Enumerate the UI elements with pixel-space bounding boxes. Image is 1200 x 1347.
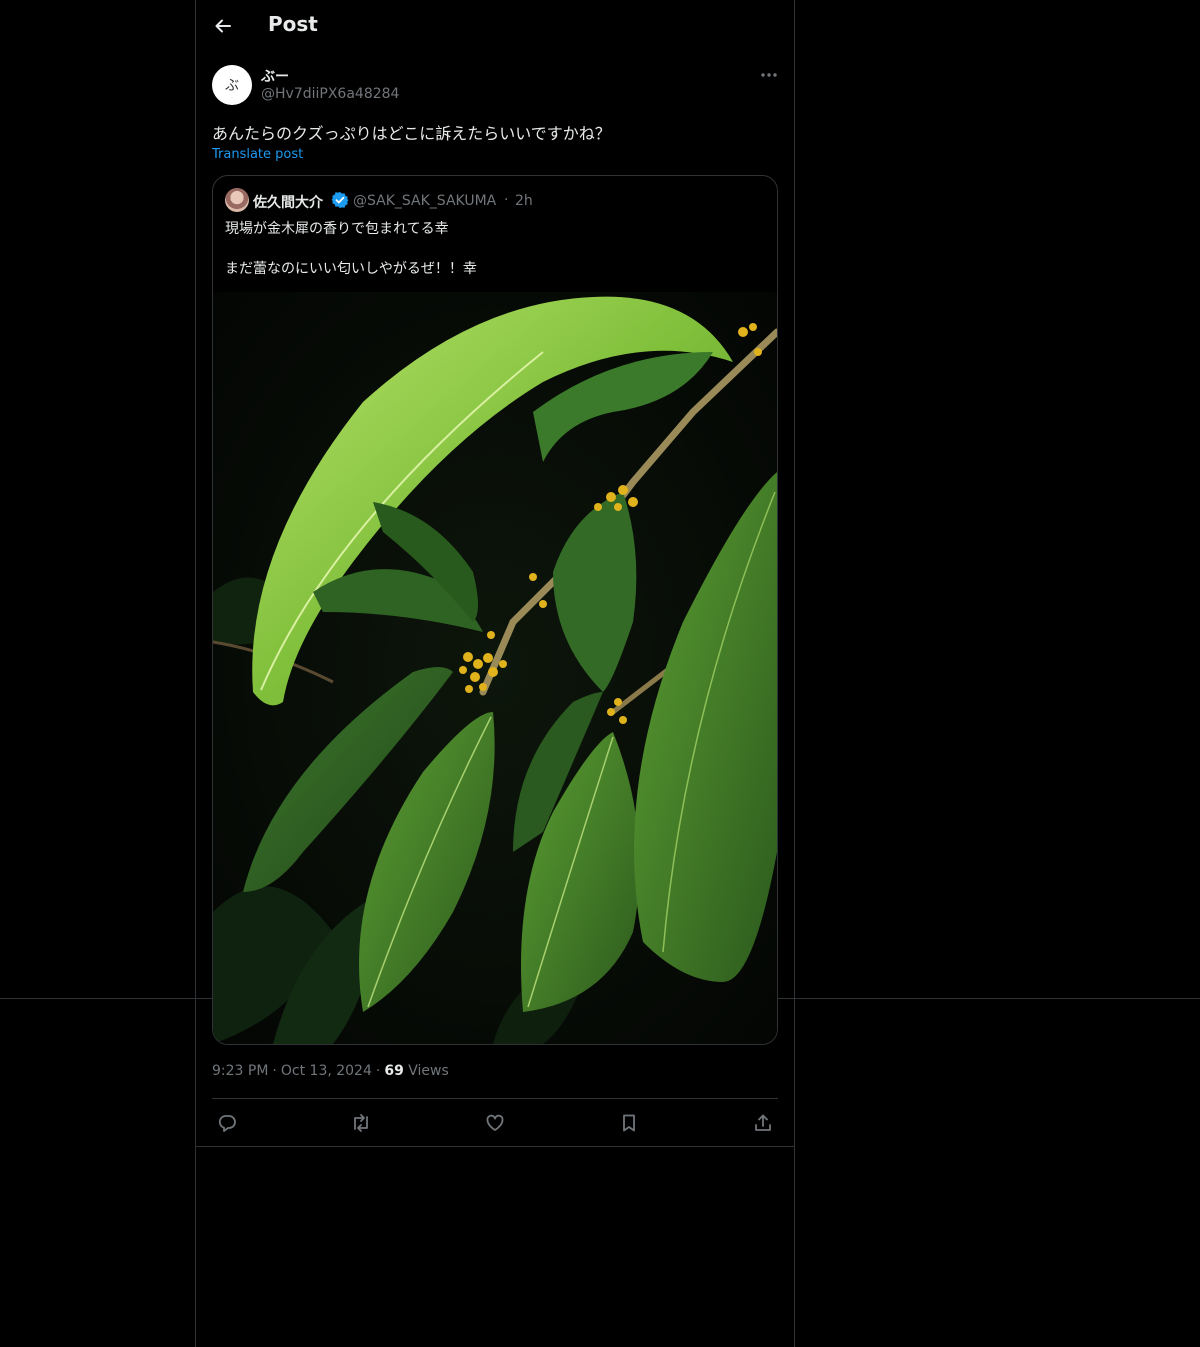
action-bar — [212, 1108, 778, 1138]
reply-button[interactable] — [212, 1108, 242, 1138]
share-button[interactable] — [748, 1108, 778, 1138]
separator-dot: · — [272, 1063, 277, 1079]
quoted-avatar[interactable] — [225, 188, 249, 212]
main-column: Post ぶ ぶー @Hv7diiPX6a48284 あんたらのクズっぷりはどこ… — [195, 0, 795, 1347]
bookmark-icon — [623, 1114, 635, 1132]
separator-dot: · — [375, 1063, 381, 1079]
quoted-author-name[interactable]: 佐久間大介 — [253, 192, 323, 212]
avatar-text: ぶ — [225, 78, 239, 94]
quoted-photo[interactable] — [213, 292, 777, 1044]
post-text: あんたらのクズっぷりはどこに訴えたらいいですかね？ — [212, 124, 611, 143]
author-handle[interactable]: @Hv7diiPX6a48284 — [261, 86, 399, 102]
views-label: Views — [408, 1063, 449, 1079]
back-button[interactable] — [206, 9, 240, 43]
bookmark-button[interactable] — [614, 1108, 644, 1138]
separator-dot: · — [504, 192, 509, 208]
quoted-timestamp[interactable]: 2h — [515, 193, 533, 209]
verified-badge-icon — [331, 192, 349, 208]
quoted-author-handle[interactable]: @SAK_SAK_SAKUMA — [353, 193, 496, 209]
post-date[interactable]: Oct 13, 2024 — [281, 1063, 372, 1079]
post-metadata: 9:23 PM · Oct 13, 2024 · 69 Views — [212, 1063, 449, 1079]
views-count: 69 — [384, 1063, 404, 1079]
like-button[interactable] — [480, 1108, 510, 1138]
post-time[interactable]: 9:23 PM — [212, 1063, 268, 1079]
quoted-post[interactable]: 佐久間大介 @SAK_SAK_SAKUMA · 2h 現場が金木犀の香りで包まれ… — [212, 175, 778, 1045]
like-icon — [486, 1114, 504, 1131]
share-icon — [755, 1114, 771, 1131]
divider — [196, 1146, 794, 1147]
back-arrow-icon — [215, 19, 231, 33]
quoted-text-line: まだ蕾なのにいい匂いしやがるぜ！！幸 — [225, 261, 477, 277]
page-title: Post — [268, 12, 318, 36]
quoted-text-line: 現場が金木犀の香りで包まれてる幸 — [225, 221, 449, 237]
divider — [212, 1098, 778, 1099]
author-name[interactable]: ぶー — [261, 66, 289, 86]
more-icon — [761, 73, 777, 77]
more-button[interactable] — [754, 64, 784, 86]
translate-post-link[interactable]: Translate post — [212, 147, 303, 162]
reply-icon — [218, 1115, 236, 1132]
repost-button[interactable] — [346, 1108, 376, 1138]
top-bar: Post — [196, 0, 794, 53]
repost-icon — [354, 1114, 368, 1132]
osmanthus-photo — [213, 292, 777, 1044]
avatar[interactable]: ぶ — [212, 65, 252, 105]
